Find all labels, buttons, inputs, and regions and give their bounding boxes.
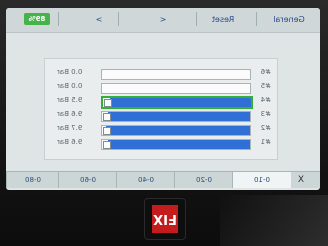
forward-nav-button[interactable]: > xyxy=(92,11,106,27)
tab-range[interactable]: 0-60 xyxy=(58,172,117,188)
channel-id: #5 xyxy=(260,82,271,90)
pressure-row: 0.0 Bar #5 xyxy=(45,81,277,94)
pressure-fill xyxy=(110,98,251,107)
pressure-fill xyxy=(106,126,250,135)
divider xyxy=(58,12,59,26)
slider-handle[interactable] xyxy=(103,127,111,135)
tab-range-active[interactable]: 0-10 xyxy=(232,172,291,188)
slider-handle[interactable] xyxy=(103,113,111,121)
pressure-slider[interactable] xyxy=(101,69,251,80)
pressure-slider[interactable] xyxy=(101,139,251,150)
pressure-value: 9.7 Bar xyxy=(57,124,83,132)
screen: 89% > < Reset General 0.0 Bar #6 0.0 Bar… xyxy=(6,8,320,190)
pressure-slider[interactable] xyxy=(101,125,251,136)
channel-id: #2 xyxy=(260,124,271,132)
slider-handle[interactable] xyxy=(104,99,112,107)
logo-mark: FIX xyxy=(152,205,178,233)
range-tab-bar: 0-80 0-60 0-40 0-20 0-10 X xyxy=(6,171,320,188)
pressure-slider-selected[interactable] xyxy=(101,96,253,109)
slider-handle[interactable] xyxy=(103,141,111,149)
pressure-value: 0.0 Bar xyxy=(57,68,83,76)
pressure-slider[interactable] xyxy=(101,83,251,94)
pressure-value: 9.6 Bar xyxy=(57,138,83,146)
tab-range[interactable]: 0-80 xyxy=(6,172,59,188)
battery-indicator: 89% xyxy=(24,13,50,25)
pressure-row: 9.7 Bar #2 xyxy=(45,123,277,136)
divider xyxy=(118,12,119,26)
pressure-row: 9.5 Bar #4 xyxy=(45,95,277,109)
divider xyxy=(196,12,197,26)
pressure-slider[interactable] xyxy=(101,111,251,122)
pressure-row: 9.6 Bar #1 xyxy=(45,137,277,150)
glare xyxy=(220,195,328,246)
pressure-panel: 0.0 Bar #6 0.0 Bar #5 9.5 Bar #4 9.6 Bar xyxy=(44,58,278,160)
divider xyxy=(256,12,257,26)
close-button[interactable]: X xyxy=(294,172,308,188)
top-bar: 89% > < Reset General xyxy=(6,8,320,33)
tab-range[interactable]: 0-20 xyxy=(174,172,233,188)
reset-button[interactable]: Reset xyxy=(206,11,240,27)
pressure-row: 0.0 Bar #6 xyxy=(45,67,277,80)
channel-id: #4 xyxy=(260,96,271,104)
general-tab[interactable]: General xyxy=(268,11,310,27)
pressure-value: 0.0 Bar xyxy=(57,82,83,90)
channel-id: #6 xyxy=(260,68,271,76)
back-nav-button[interactable]: < xyxy=(156,11,170,27)
channel-id: #1 xyxy=(260,138,271,146)
brand-logo: FIX xyxy=(144,198,186,240)
pressure-value: 9.6 Bar xyxy=(57,110,83,118)
pressure-fill xyxy=(107,140,250,149)
channel-id: #3 xyxy=(260,110,271,118)
pressure-value: 9.5 Bar xyxy=(57,96,83,104)
tab-range[interactable]: 0-40 xyxy=(116,172,175,188)
pressure-fill xyxy=(107,112,250,121)
pressure-row: 9.6 Bar #3 xyxy=(45,109,277,122)
